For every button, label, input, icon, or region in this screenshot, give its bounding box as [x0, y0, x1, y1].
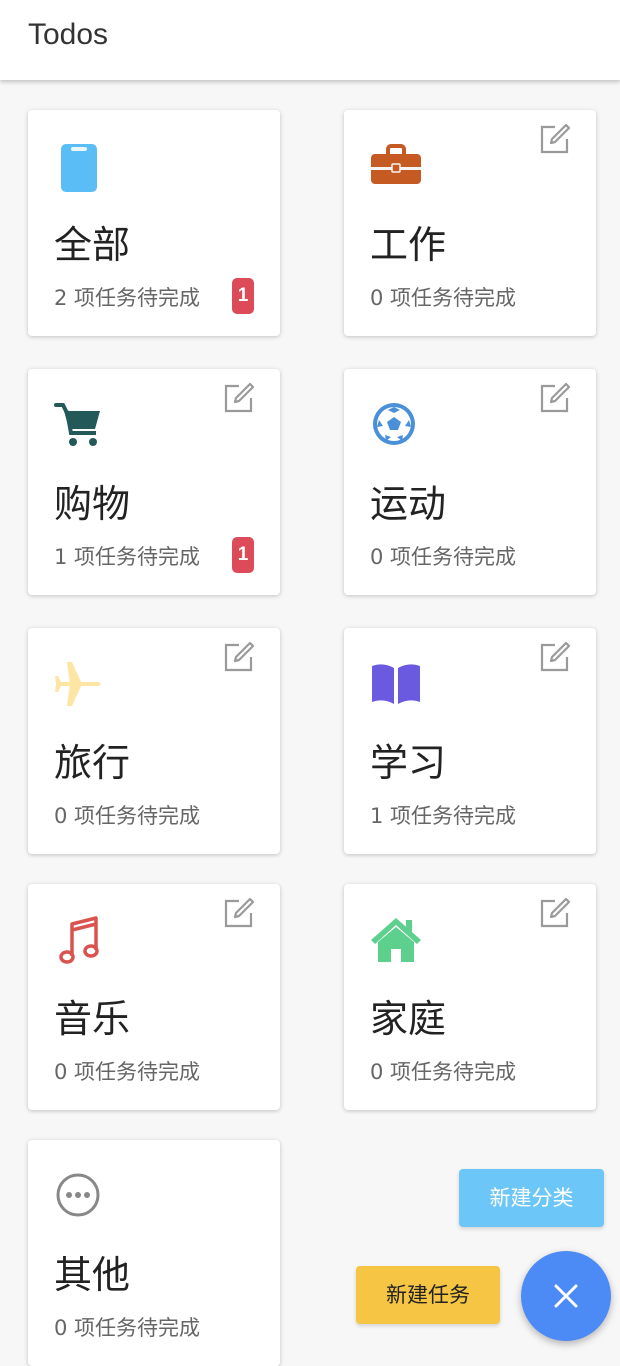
category-card-sports[interactable]: 运动 0 项任务待完成 — [344, 369, 596, 595]
category-card-family[interactable]: 家庭 0 项任务待完成 — [344, 884, 596, 1110]
soccer-ball-icon — [373, 403, 415, 445]
edit-icon[interactable] — [538, 381, 572, 415]
category-card-travel[interactable]: 旅行 0 项任务待完成 — [28, 628, 280, 854]
category-name: 音乐 — [54, 997, 131, 1041]
category-name: 旅行 — [54, 741, 131, 785]
home-icon — [371, 918, 421, 962]
pending-count: 0 项任务待完成 — [54, 1316, 201, 1340]
pending-count: 2 项任务待完成 — [54, 286, 201, 310]
app-title: Todos — [28, 18, 109, 51]
category-name: 其他 — [54, 1253, 131, 1297]
category-name: 全部 — [54, 223, 131, 267]
pending-count: 0 项任务待完成 — [370, 286, 517, 310]
category-name: 工作 — [370, 223, 447, 267]
edit-icon[interactable] — [222, 381, 256, 415]
briefcase-icon — [371, 144, 421, 184]
new-category-button[interactable]: 新建分类 — [459, 1169, 604, 1227]
pending-badge: 1 — [232, 278, 254, 314]
category-name: 家庭 — [370, 997, 447, 1041]
pending-count: 1 项任务待完成 — [54, 545, 201, 569]
edit-icon[interactable] — [538, 122, 572, 156]
app-bar: Todos — [0, 0, 620, 80]
category-card-all[interactable]: 全部 2 项任务待完成 1 — [28, 110, 280, 336]
category-card-other[interactable]: 其他 0 项任务待完成 — [28, 1140, 280, 1366]
pending-badge: 1 — [232, 537, 254, 573]
category-name: 购物 — [54, 482, 131, 526]
pending-count: 0 项任务待完成 — [54, 804, 201, 828]
pending-count: 0 项任务待完成 — [370, 1060, 517, 1084]
clipboard-icon — [61, 144, 97, 192]
close-icon — [554, 1284, 578, 1308]
book-icon — [372, 664, 420, 704]
pending-count: 0 项任务待完成 — [54, 1060, 201, 1084]
new-task-button[interactable]: 新建任务 — [356, 1266, 500, 1324]
pending-count: 0 项任务待完成 — [370, 545, 517, 569]
edit-icon[interactable] — [538, 640, 572, 674]
category-card-shopping[interactable]: 购物 1 项任务待完成 1 — [28, 369, 280, 595]
category-card-work[interactable]: 工作 0 项任务待完成 — [344, 110, 596, 336]
category-name: 学习 — [370, 741, 447, 785]
edit-icon[interactable] — [538, 896, 572, 930]
more-horizontal-icon — [56, 1173, 100, 1217]
category-card-study[interactable]: 学习 1 项任务待完成 — [344, 628, 596, 854]
category-name: 运动 — [370, 482, 447, 526]
fab-close-button[interactable] — [521, 1251, 611, 1341]
pending-count: 1 项任务待完成 — [370, 804, 517, 828]
category-card-music[interactable]: 音乐 0 项任务待完成 — [28, 884, 280, 1110]
edit-icon[interactable] — [222, 640, 256, 674]
airplane-icon — [55, 662, 101, 706]
shopping-cart-icon — [54, 403, 100, 446]
music-note-icon — [59, 916, 99, 964]
edit-icon[interactable] — [222, 896, 256, 930]
